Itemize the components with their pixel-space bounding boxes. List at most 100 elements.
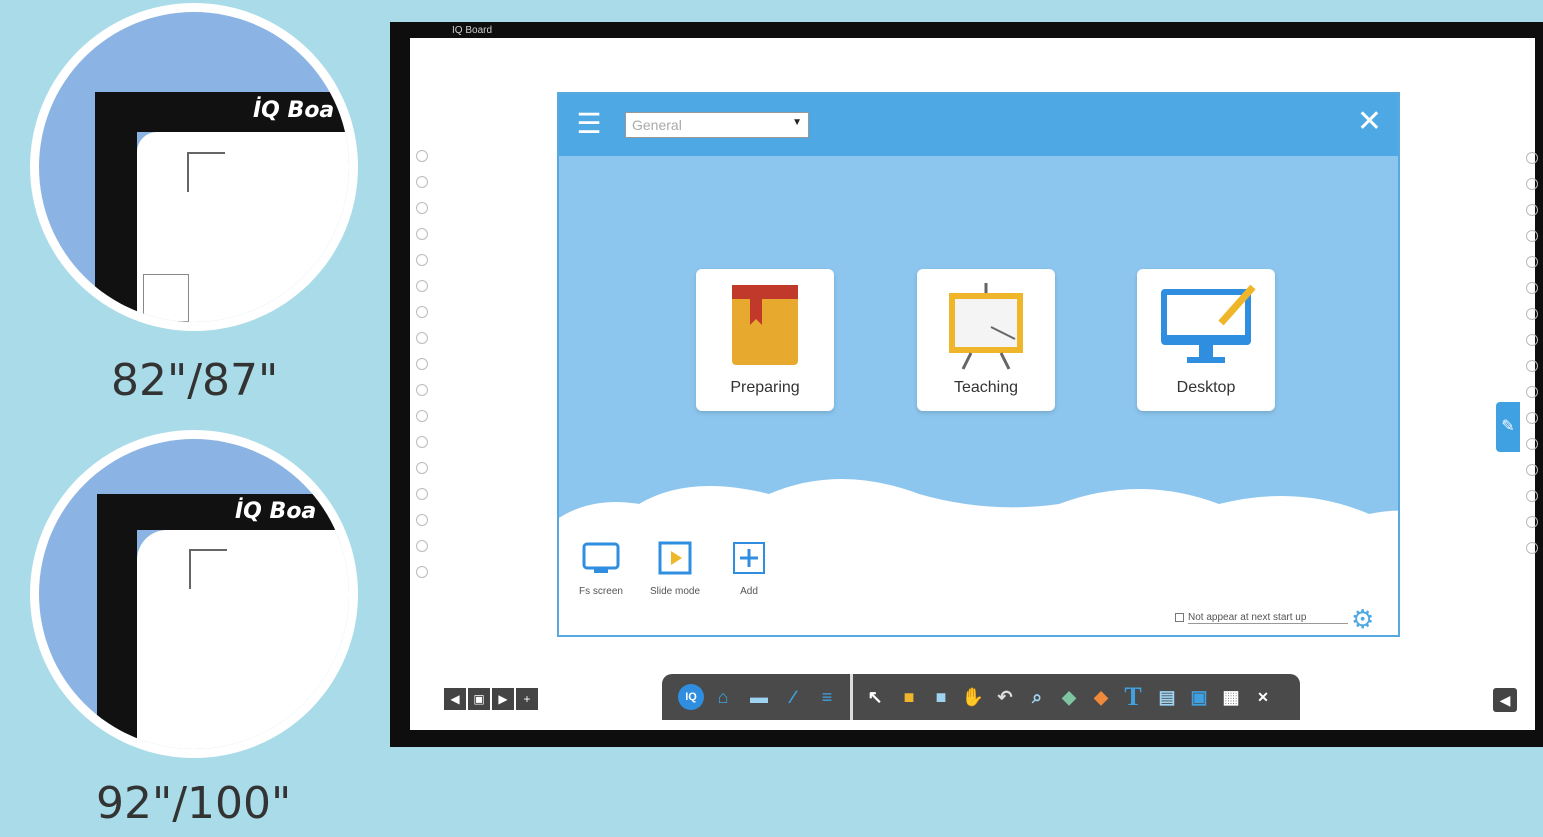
card-label: Desktop	[1176, 379, 1236, 396]
card-desktop[interactable]: Desktop	[1137, 269, 1275, 411]
mode-select-value: General	[632, 117, 682, 133]
dialog-header: ☰ General ▼ ✕	[559, 94, 1398, 156]
mode-select[interactable]: General ▼	[625, 112, 809, 138]
slide-mode-button[interactable]: Slide mode	[645, 541, 705, 597]
side-tool-icon[interactable]	[1526, 464, 1538, 476]
prev-page-button[interactable]: ◀	[444, 688, 466, 710]
fullscreen-mode-button[interactable]: Fs screen	[571, 541, 631, 597]
menu-icon[interactable]: ☰	[573, 108, 605, 140]
grid-icon[interactable]: ▦	[1218, 684, 1244, 710]
page-navigation: ◀ ▣ ▶ +	[444, 688, 540, 710]
brand-logo: İQ Boa	[253, 98, 335, 123]
document-icon[interactable]: ▤	[1154, 684, 1180, 710]
zoom-circle-bottom: İQ Boa	[30, 430, 358, 758]
monitor-pen-icon	[1161, 284, 1256, 363]
right-side-toolbar	[1524, 152, 1540, 568]
side-tool-icon[interactable]	[1526, 230, 1538, 242]
side-tool-icon[interactable]	[416, 540, 428, 552]
side-tool-icon[interactable]	[1526, 386, 1538, 398]
undo-icon[interactable]: ↶	[992, 684, 1018, 710]
menu-icon[interactable]: ≡	[814, 684, 840, 710]
small-box	[143, 274, 189, 322]
side-tool-icon[interactable]	[416, 488, 428, 500]
book-icon	[732, 285, 798, 365]
card-label: Preparing	[730, 379, 800, 396]
side-tool-icon[interactable]	[416, 254, 428, 266]
camera-icon[interactable]: ▣	[1186, 684, 1212, 710]
board-surface	[137, 530, 349, 749]
side-pen-tab[interactable]: ✎	[1496, 402, 1520, 452]
side-tool-icon[interactable]	[416, 462, 428, 474]
close-button[interactable]: ✕	[1357, 104, 1382, 140]
side-tool-icon[interactable]	[1526, 438, 1538, 450]
side-tool-icon[interactable]	[416, 280, 428, 292]
size-label-92-100: 92"/100"	[96, 778, 292, 829]
iq-logo-button[interactable]: IQ	[678, 684, 704, 710]
chevron-down-icon: ▼	[792, 117, 802, 128]
side-tool-icon[interactable]	[416, 436, 428, 448]
add-button[interactable]: Add	[719, 541, 779, 597]
zoom-icon[interactable]: ⌕	[1024, 684, 1050, 710]
side-tool-icon[interactable]	[1526, 256, 1538, 268]
close-icon[interactable]: ✕	[1250, 684, 1276, 710]
text-icon[interactable]: T	[1120, 684, 1146, 710]
side-tool-icon[interactable]	[416, 384, 428, 396]
window-title: IQ Board	[452, 25, 493, 36]
side-tool-icon[interactable]	[416, 202, 428, 214]
side-tool-icon[interactable]	[416, 332, 428, 344]
bezel-left	[95, 92, 137, 322]
start-dialog: ☰ General ▼ ✕ Preparing Teaching Desktop…	[557, 92, 1400, 637]
side-tool-icon[interactable]	[1526, 542, 1538, 554]
corner-mark	[189, 549, 227, 589]
gear-icon[interactable]: ⚙	[1351, 606, 1374, 632]
screen-icon	[582, 542, 620, 573]
checkbox-label: Not appear at next start up	[1188, 612, 1348, 624]
side-tool-icon[interactable]	[416, 566, 428, 578]
side-tool-icon[interactable]	[1526, 204, 1538, 216]
card-teaching[interactable]: Teaching	[917, 269, 1055, 411]
bottom-item-label: Fs screen	[579, 586, 623, 597]
hand-icon[interactable]: ✋	[960, 684, 986, 710]
main-toolbar: IQ ⌂ ▬ ∕ ≡ ↖ ■ ■ ✋ ↶ ⌕ ◆ ◆ T ▤ ▣ ▦ ✕	[662, 674, 1300, 720]
next-page-button[interactable]: ▶	[492, 688, 514, 710]
add-page-button[interactable]: +	[516, 688, 538, 710]
side-tool-icon[interactable]	[416, 358, 428, 370]
pen-icon[interactable]: ■	[928, 684, 954, 710]
shapes-icon[interactable]: ◆	[1056, 684, 1082, 710]
page-overview-button[interactable]: ▣	[468, 688, 490, 710]
side-tool-icon[interactable]	[1526, 516, 1538, 528]
select-arrow-icon[interactable]: ↖	[862, 684, 888, 710]
zoom-inner: İQ Boa	[39, 439, 349, 749]
side-tool-icon[interactable]	[1526, 282, 1538, 294]
zoom-inner: İQ Boa	[39, 12, 349, 322]
lock-icon[interactable]: ■	[896, 684, 922, 710]
home-icon[interactable]: ⌂	[710, 684, 736, 710]
side-tool-icon[interactable]	[1526, 334, 1538, 346]
slide-play-icon	[658, 541, 692, 575]
tools-icon[interactable]: ∕	[780, 684, 806, 710]
side-tool-icon[interactable]	[416, 514, 428, 526]
side-tool-icon[interactable]	[416, 306, 428, 318]
card-preparing[interactable]: Preparing	[696, 269, 834, 411]
card-label: Teaching	[953, 379, 1019, 396]
bottom-item-label: Slide mode	[649, 586, 701, 597]
startup-checkbox-row[interactable]: Not appear at next start up	[1175, 612, 1348, 624]
toolbar-divider	[850, 674, 853, 720]
side-tool-icon[interactable]	[1526, 412, 1538, 424]
side-tool-icon[interactable]	[416, 150, 428, 162]
screen-icon[interactable]: ▬	[746, 684, 772, 710]
side-tool-icon[interactable]	[416, 410, 428, 422]
side-tool-icon[interactable]	[1526, 178, 1538, 190]
corner-mark	[187, 152, 225, 192]
zoom-circle-top: İQ Boa	[30, 3, 358, 331]
collapse-button[interactable]: ◀	[1493, 688, 1517, 712]
side-tool-icon[interactable]	[1526, 308, 1538, 320]
plus-icon	[733, 542, 765, 574]
side-tool-icon[interactable]	[1526, 360, 1538, 372]
side-tool-icon[interactable]	[1526, 152, 1538, 164]
eraser-icon[interactable]: ◆	[1088, 684, 1114, 710]
startup-checkbox[interactable]	[1175, 612, 1184, 622]
side-tool-icon[interactable]	[416, 228, 428, 240]
side-tool-icon[interactable]	[1526, 490, 1538, 502]
side-tool-icon[interactable]	[416, 176, 428, 188]
